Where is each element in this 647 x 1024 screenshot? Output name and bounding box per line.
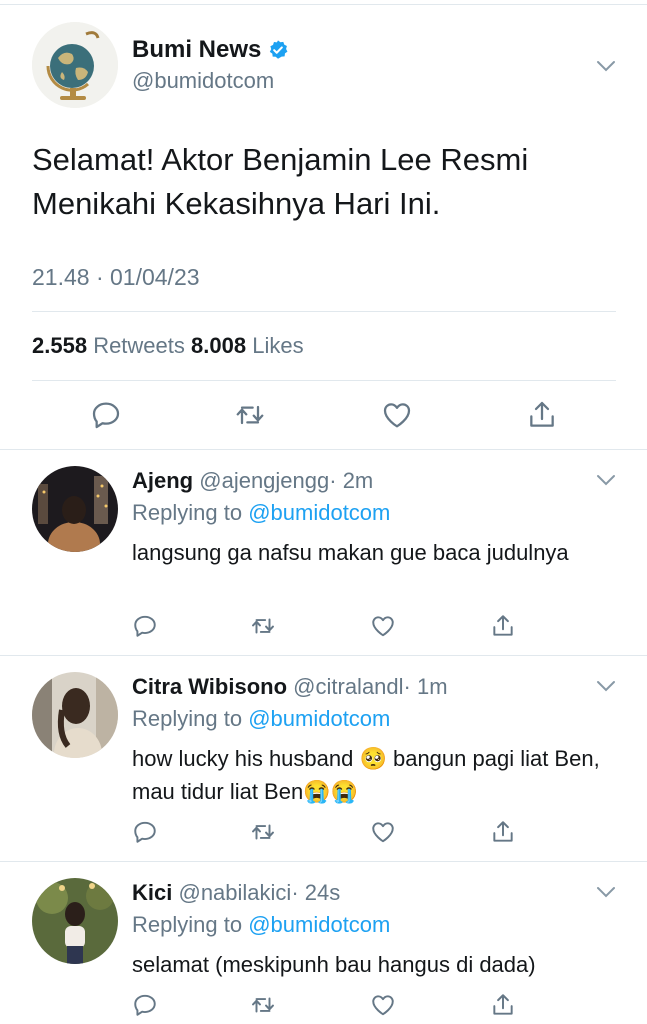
tweet-stats: 2.558 Retweets 8.008 Likes: [32, 333, 304, 359]
tweet-text: Selamat! Aktor Benjamin Lee Resmi Menika…: [32, 142, 529, 221]
reply-icon[interactable]: [132, 613, 158, 639]
retweet-icon[interactable]: [250, 992, 276, 1018]
retweets-count[interactable]: 2.558: [32, 333, 87, 358]
reply-author-name[interactable]: Kici: [132, 880, 172, 905]
author-name[interactable]: Bumi News: [132, 36, 261, 64]
chevron-down-icon[interactable]: [596, 680, 616, 692]
retweet-icon[interactable]: [250, 613, 276, 639]
replying-to-mention[interactable]: @bumidotcom: [248, 706, 390, 731]
replying-to-label: Replying to: [132, 706, 243, 731]
globe-logo: [32, 22, 118, 108]
reply-text: selamat (meskipunh bau hangus di dada): [132, 952, 536, 977]
replying-to-mention[interactable]: @bumidotcom: [248, 912, 390, 937]
reply-icon[interactable]: [132, 992, 158, 1018]
reply-author-handle[interactable]: @ajengjengg: [199, 468, 329, 493]
replying-to-mention[interactable]: @bumidotcom: [248, 500, 390, 525]
reply-text: langsung ga nafsu makan gue baca judulny…: [132, 540, 569, 565]
avatar[interactable]: [32, 22, 118, 108]
reply-tweet: Ajeng @ajengjengg· 2m Replying to @bumid…: [0, 450, 647, 655]
reply-time[interactable]: · 24s: [291, 880, 340, 905]
verified-badge-icon: [267, 39, 289, 61]
likes-label[interactable]: Likes: [252, 333, 303, 358]
avatar[interactable]: [32, 878, 118, 964]
like-icon[interactable]: [370, 992, 396, 1018]
chevron-down-icon[interactable]: [596, 60, 616, 72]
reply-text: how lucky his husband 🥺 bangun pagi liat…: [132, 746, 600, 804]
share-icon[interactable]: [490, 819, 516, 845]
like-icon[interactable]: [370, 819, 396, 845]
share-icon[interactable]: [526, 399, 558, 431]
reply-author-name[interactable]: Ajeng: [132, 468, 193, 493]
like-icon[interactable]: [370, 613, 396, 639]
divider: [32, 311, 616, 312]
reply-author-handle[interactable]: @nabilakici: [178, 880, 291, 905]
replying-to-label: Replying to: [132, 500, 243, 525]
share-icon[interactable]: [490, 613, 516, 639]
share-icon[interactable]: [490, 992, 516, 1018]
like-icon[interactable]: [381, 399, 413, 431]
replying-to-line: Replying to @bumidotcom: [132, 500, 390, 526]
author-handle[interactable]: @bumidotcom: [132, 68, 274, 94]
tweet-timestamp[interactable]: 21.48 · 01/04/23: [32, 264, 200, 291]
retweet-icon[interactable]: [234, 399, 266, 431]
divider: [32, 380, 616, 381]
chevron-down-icon[interactable]: [596, 474, 616, 486]
reply-author-name[interactable]: Citra Wibisono: [132, 674, 287, 699]
replying-to-line: Replying to @bumidotcom: [132, 912, 390, 938]
retweet-icon[interactable]: [250, 819, 276, 845]
avatar[interactable]: [32, 466, 118, 552]
reply-tweet: Kici @nabilakici· 24s Replying to @bumid…: [0, 862, 647, 1024]
reply-tweet: Citra Wibisono @citralandl· 1m Replying …: [0, 656, 647, 861]
replying-to-label: Replying to: [132, 912, 243, 937]
reply-icon[interactable]: [90, 399, 122, 431]
likes-count[interactable]: 8.008: [191, 333, 246, 358]
main-tweet: Bumi News @bumidotcom Selamat! Aktor Ben…: [0, 0, 647, 450]
replying-to-line: Replying to @bumidotcom: [132, 706, 390, 732]
avatar[interactable]: [32, 672, 118, 758]
reply-author-handle[interactable]: @citralandl: [293, 674, 403, 699]
reply-time[interactable]: · 1m: [404, 674, 448, 699]
chevron-down-icon[interactable]: [596, 886, 616, 898]
retweets-label[interactable]: Retweets: [93, 333, 185, 358]
reply-time[interactable]: · 2m: [329, 468, 373, 493]
reply-icon[interactable]: [132, 819, 158, 845]
